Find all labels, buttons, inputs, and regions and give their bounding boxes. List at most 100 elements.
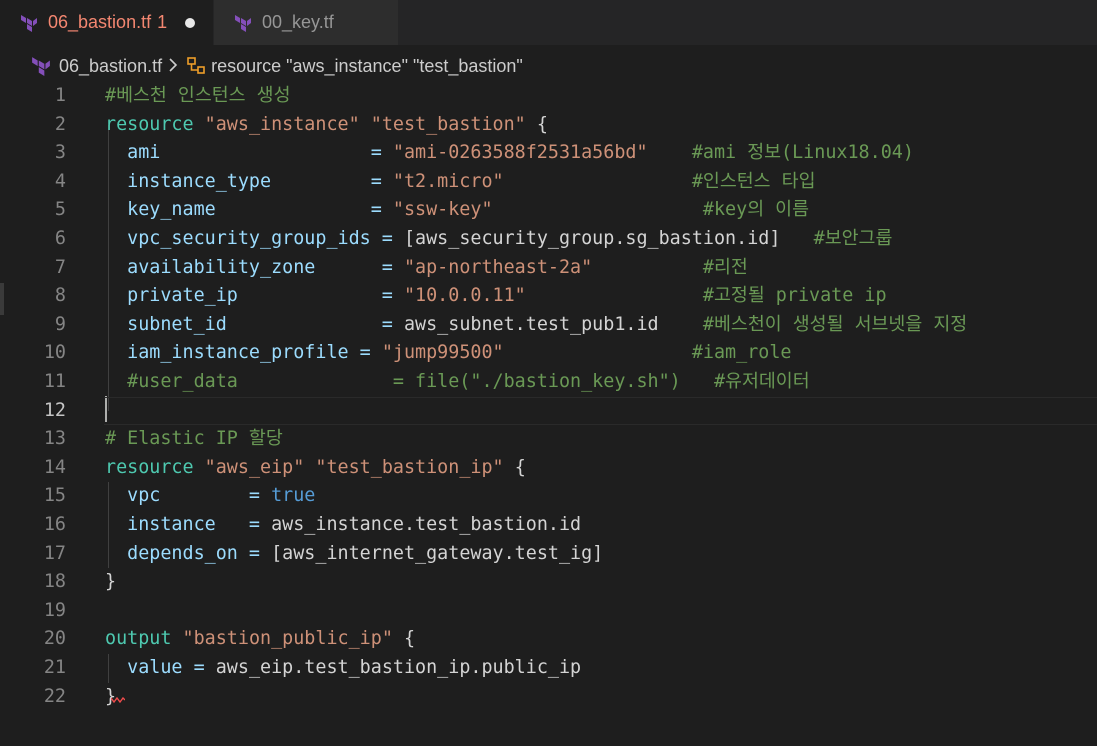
line-number: 1 <box>54 85 66 106</box>
code-token: depends_on = <box>105 542 272 564</box>
line-number: 7 <box>54 256 66 278</box>
code-editor[interactable]: 1 #베스천 인스턴스 생성 2 resource "aws_instance" "t… <box>0 82 1097 746</box>
code-line[interactable]: 20 output "bastion_public_ip" { <box>0 625 1097 654</box>
code-text: key_name = "ssw-key" #key의 이름 <box>105 196 809 225</box>
breadcrumb: 06_bastion.tf resource "aws_instance" "t… <box>0 49 1097 83</box>
code-token: vpc = <box>105 485 272 507</box>
code-text: output "bastion_public_ip" { <box>105 625 415 654</box>
code-line[interactable]: 10 iam_instance_profile = "jump99500" #i… <box>0 339 1097 368</box>
code-token: #user_data = file("./bastion_key.sh") #유… <box>105 371 810 392</box>
code-token: instance_type = <box>105 170 393 192</box>
code-text: vpc_security_group_ids = [aws_security_g… <box>105 225 892 254</box>
code-text: instance = aws_instance.test_bastion.id <box>105 511 581 540</box>
chevron-right-icon <box>168 56 178 77</box>
code-token: #iam_role <box>691 342 792 364</box>
terraform-icon <box>20 14 38 32</box>
error-squiggle-icon <box>111 697 125 703</box>
code-text: instance_type = "t2.micro" #인스턴스 타입 <box>105 168 815 197</box>
code-token: #보안그룹 <box>813 228 893 249</box>
code-token: #ami 정보(Linux18.04) <box>691 142 914 164</box>
code-text: #베스천 인스턴스 생성 <box>105 82 291 111</box>
code-token: subnet_id = <box>105 313 404 335</box>
code-token: #베스천이 생성될 서브넷을 지정 <box>702 313 968 335</box>
tab-06-bastion[interactable]: 06_bastion.tf 1 <box>0 0 213 45</box>
code-line[interactable]: 18} <box>0 568 1097 597</box>
code-token: "10.0.0.11" <box>403 285 526 307</box>
code-token: resource <box>105 456 205 478</box>
code-token: ami = <box>105 142 393 164</box>
code-line[interactable]: 16 instance = aws_instance.test_bastion.… <box>0 511 1097 540</box>
code-text: # Elastic IP 할당 <box>105 425 283 454</box>
code-token: "test_bastion" <box>370 113 526 135</box>
code-line[interactable]: 15 vpc = true <box>0 482 1097 511</box>
code-token: #고정될 private ip <box>702 285 887 307</box>
code-line[interactable]: 5 key_name = "ssw-key" #key의 이름 <box>0 196 1097 225</box>
code-line[interactable]: 2 resource "aws_instance" "test_bastion" … <box>0 111 1097 140</box>
line-number: 8 <box>54 285 66 307</box>
line-number: 11 <box>43 371 66 392</box>
code-line[interactable]: 3 ami = "ami-0263588f2531a56bd" #ami 정보(… <box>0 139 1097 168</box>
line-number: 3 <box>54 142 66 164</box>
line-number: 19 <box>43 599 66 621</box>
line-number: 6 <box>54 228 66 249</box>
code-line[interactable]: 17 depends_on = [aws_internet_gateway.te… <box>0 540 1097 569</box>
code-text: iam_instance_profile = "jump99500" #iam_… <box>105 339 792 368</box>
editor-tab-bar: 06_bastion.tf 1 00_key.tf <box>0 0 1097 45</box>
breadcrumb-file[interactable]: 06_bastion.tf <box>59 56 162 77</box>
code-text: } <box>105 568 116 597</box>
line-number: 9 <box>54 313 66 335</box>
code-token: aws_eip.test_bastion_ip.public_ip <box>215 657 582 678</box>
code-token: { <box>525 113 548 135</box>
code-line[interactable]: 8 private_ip = "10.0.0.11" #고정될 private … <box>0 282 1097 311</box>
tab-00-key[interactable]: 00_key.tf <box>214 0 398 45</box>
code-token: "ami-0263588f2531a56bd" <box>392 142 648 164</box>
line-number: 20 <box>43 628 66 650</box>
code-token: aws_subnet.test_pub1.id <box>403 313 659 335</box>
code-token: true <box>271 485 316 507</box>
code-text: ami = "ami-0263588f2531a56bd" #ami 정보(Li… <box>105 139 914 168</box>
line-number: 12 <box>43 399 66 421</box>
unsaved-dot-icon[interactable] <box>185 17 196 28</box>
breadcrumb-symbol[interactable]: resource "aws_instance" "test_bastion" <box>211 56 523 77</box>
code-token: "aws_instance" <box>204 113 360 135</box>
code-line[interactable]: 9 subnet_id = aws_subnet.test_pub1.id #베… <box>0 311 1097 340</box>
code-token: output <box>105 628 183 650</box>
code-line[interactable]: 11 #user_data = file("./bastion_key.sh")… <box>0 368 1097 397</box>
tab-label: 00_key.tf <box>262 12 334 32</box>
code-text: #user_data = file("./bastion_key.sh") #유… <box>105 368 810 397</box>
code-line[interactable]: 13 # Elastic IP 할당 <box>0 425 1097 454</box>
code-token: key_name = <box>105 199 393 221</box>
code-line[interactable]: 14 resource "aws_eip" "test_bastion_ip" { <box>0 454 1097 483</box>
code-token: } <box>105 571 117 593</box>
code-line[interactable]: 4 instance_type = "t2.micro" #인스턴스 타입 <box>0 168 1097 197</box>
code-token: vpc_security_group_ids = <box>105 228 404 249</box>
code-token: #key의 이름 <box>702 199 810 221</box>
code-text: availability_zone = "ap-northeast-2a" #리… <box>105 254 748 283</box>
code-line[interactable]: 19 <box>0 597 1097 626</box>
code-token: "bastion_public_ip" <box>182 628 393 650</box>
code-line[interactable]: 21 value = aws_eip.test_bastion_ip.publi… <box>0 654 1097 683</box>
code-line[interactable]: 12 <box>0 396 1097 426</box>
code-text: resource "aws_instance" "test_bastion" { <box>105 111 548 140</box>
code-token: aws_instance.test_bastion.id <box>271 514 582 535</box>
code-token: [aws_security_group.sg_bastion.id] <box>403 228 781 249</box>
code-line[interactable]: 22} <box>0 683 1097 712</box>
code-token: { <box>392 628 416 650</box>
line-number: 14 <box>43 456 66 478</box>
line-number: 15 <box>43 485 66 507</box>
code-line[interactable]: 1 #베스천 인스턴스 생성 <box>0 82 1097 111</box>
code-line[interactable]: 7 availability_zone = "ap-northeast-2a" … <box>0 254 1097 283</box>
line-number: 10 <box>43 342 66 364</box>
code-line[interactable]: 6 vpc_security_group_ids = [aws_security… <box>0 225 1097 254</box>
code-text: private_ip = "10.0.0.11" #고정될 private ip <box>105 282 887 311</box>
code-token: "t2.micro" <box>392 170 504 192</box>
code-token: [aws_internet_gateway.test_ig] <box>271 542 604 564</box>
line-number: 22 <box>43 685 66 707</box>
code-text: value = aws_eip.test_bastion_ip.public_i… <box>105 654 581 683</box>
line-number: 5 <box>54 199 66 221</box>
